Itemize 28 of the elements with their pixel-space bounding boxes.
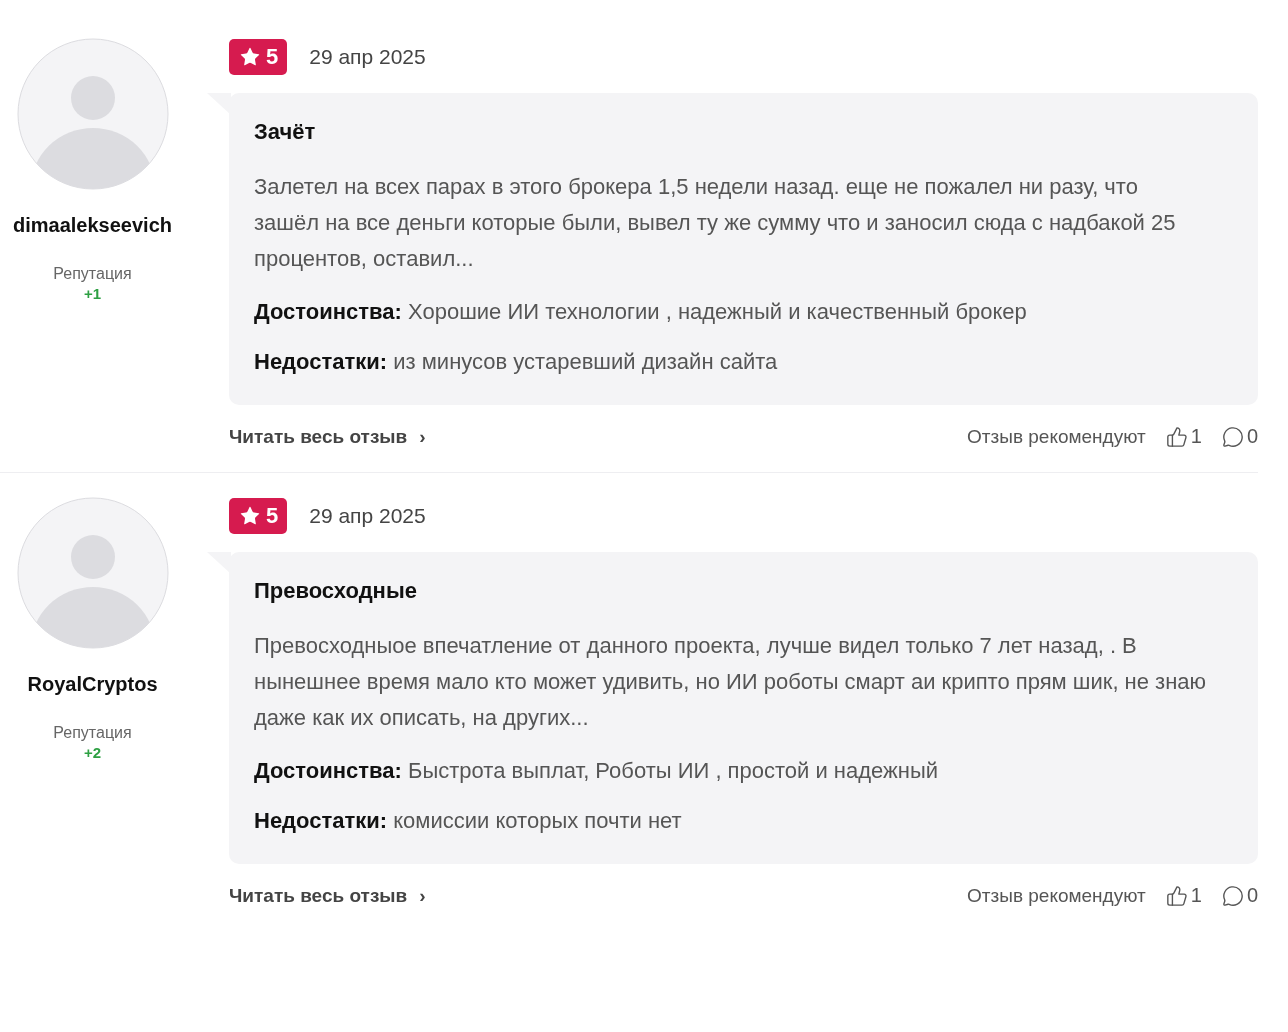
rating-value: 5 <box>266 503 279 529</box>
pros-text: Достоинства: Хорошие ИИ технологии , надежный и качественный брокер <box>254 298 1028 326</box>
star-icon <box>239 505 261 527</box>
read-more-link[interactable]: Читать весь отзыв › <box>229 884 426 907</box>
author-name[interactable]: dimaalekseevich <box>13 214 172 237</box>
star-icon <box>239 46 261 68</box>
author-name[interactable]: RoyalCryptos <box>27 673 158 696</box>
cons-text: Недостатки: из минусов устаревший дизайн сайта <box>254 348 779 376</box>
recommend-label: Отзыв рекомендуют <box>967 425 1146 448</box>
cons-text: Недостатки: комиссии которых почти нет <box>254 807 683 835</box>
comment-button[interactable]: 0 <box>1221 425 1258 448</box>
rating-value: 5 <box>266 44 279 70</box>
review-title: Превосходные <box>254 578 418 604</box>
avatar-icon <box>16 497 169 649</box>
read-more-link[interactable]: Читать весь отзыв › <box>229 425 426 448</box>
review-text: Превосходныое впечатление от данного проекта, лучше видел только 7 лет назад, . В нынешнее время мало кто может удивить, но ИИ роботы смарт аи крипто прям шик, не знаю даже как их описать, на других... <box>254 632 1208 732</box>
review-date: 29 апр 2025 <box>309 45 426 69</box>
review-date: 29 апр 2025 <box>309 504 426 528</box>
review-text: Залетел на всех парах в этого брокера 1,5 недели назад. еще не пожалел ни разу, что зашёл на все деньги которые были, вывел ту же сумму что и заносил сюда с надбакой 25 процентов, оставил... <box>254 173 1177 273</box>
reputation-label: Репутация <box>53 724 132 742</box>
reputation-label: Репутация <box>53 265 132 283</box>
reputation-value: +1 <box>83 285 102 302</box>
avatar-icon <box>16 38 169 190</box>
review-title: Зачёт <box>254 119 317 145</box>
comment-button[interactable]: 0 <box>1221 884 1258 907</box>
recommend-label: Отзыв рекомендуют <box>967 884 1146 907</box>
pros-text: Достоинства: Быстрота выплат, Роботы ИИ , простой и надежный <box>254 757 940 785</box>
reputation-value: +2 <box>83 744 102 761</box>
